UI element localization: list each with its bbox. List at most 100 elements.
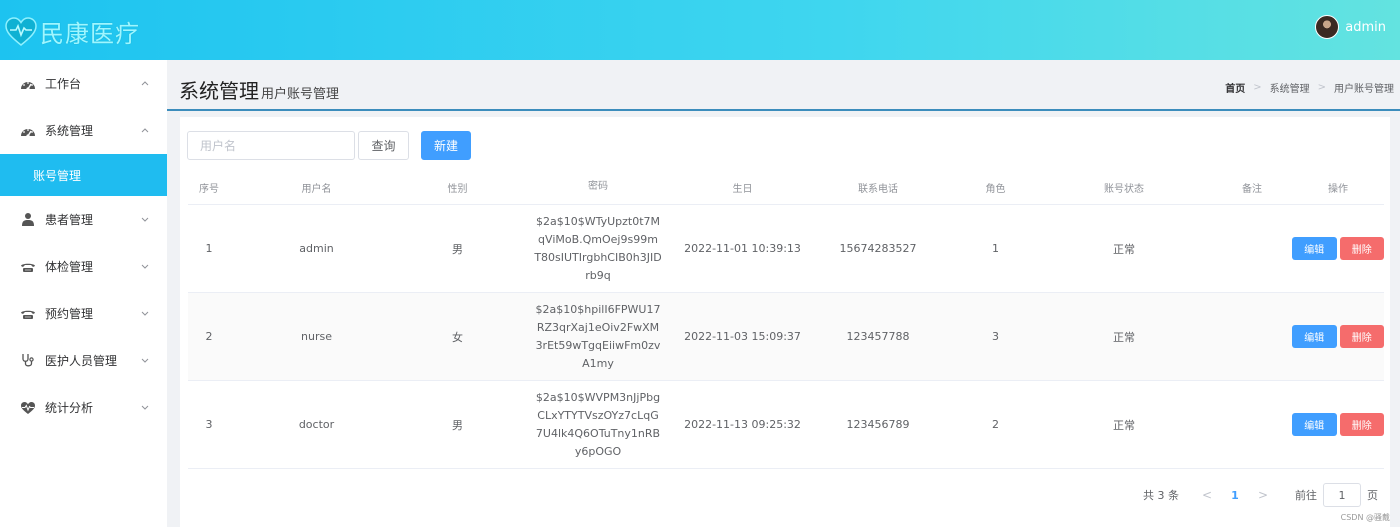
user-name[interactable]: admin <box>1345 20 1386 35</box>
row-status: 正常 <box>1113 330 1135 344</box>
chevron-left-icon[interactable]: < <box>1193 488 1221 502</box>
sidebar-item-label: 工作台 <box>45 77 82 91</box>
sidebar-item-label: 体检管理 <box>45 260 94 274</box>
user-menu[interactable]: admin <box>1315 15 1386 39</box>
password-line: T80sIUTIrgbhCIB0h3JID <box>534 250 662 264</box>
sidebar: 工作台 系统管理 账号管理 患者管理 体检管理 预约管理 医护人员管理 统计分析 <box>0 60 167 527</box>
sidebar-item-patients[interactable]: 患者管理 <box>0 196 167 243</box>
row-role: 1 <box>992 242 999 255</box>
password-line: RZ3qrXaj1eOiv2FwXM <box>536 320 660 334</box>
pagination-goto-input[interactable] <box>1323 483 1361 507</box>
avatar[interactable] <box>1315 15 1340 39</box>
row-index: 2 <box>205 330 213 343</box>
table-row: 3 doctor 男 $2a$10$WVPM3nJjPbg CLxYTYTVsz… <box>188 381 1384 469</box>
sidebar-item-statistics[interactable]: 统计分析 <box>0 384 167 431</box>
row-gender: 女 <box>452 330 463 344</box>
row-phone: 123456789 <box>846 418 910 431</box>
chevron-right-icon[interactable]: > <box>1249 488 1277 502</box>
table-row: 2 nurse 女 $2a$10$hpilI6FPWU17 RZ3qrXaj1e… <box>188 293 1384 381</box>
chevron-right-icon: > <box>1317 82 1326 93</box>
chevron-up-icon <box>139 77 151 89</box>
page-title: 系统管理 用户账号管理 <box>179 75 339 104</box>
row-status: 正常 <box>1113 418 1135 432</box>
content-header: 系统管理 用户账号管理 首页 > 系统管理 > 用户账号管理 <box>167 60 1400 111</box>
query-button[interactable]: 查询 <box>358 131 409 160</box>
sidebar-item-appointment[interactable]: 预约管理 <box>0 290 167 337</box>
password-line: 3rEt59wTgqEiiwFm0zv <box>535 338 661 352</box>
row-role: 3 <box>992 330 999 343</box>
pagination-page-unit: 页 <box>1367 489 1378 502</box>
row-birthday: 2022-11-03 15:09:37 <box>684 330 801 343</box>
page-number-current[interactable]: 1 <box>1221 489 1249 502</box>
chevron-down-icon <box>139 401 151 413</box>
row-status: 正常 <box>1113 242 1135 256</box>
sidebar-item-checkup[interactable]: 体检管理 <box>0 243 167 290</box>
delete-button[interactable]: 删除 <box>1339 325 1384 348</box>
stethoscope-icon <box>20 353 36 369</box>
edit-button[interactable]: 编辑 <box>1292 413 1337 436</box>
chevron-up-icon <box>139 124 151 136</box>
column-header: 备注 <box>1242 183 1262 195</box>
sidebar-item-label: 预约管理 <box>45 307 94 321</box>
password-line: $2a$10$WVPM3nJjPbg <box>535 390 661 404</box>
table-row: 1 admin 男 $2a$10$WTyUpzt0t7M qViMoB.QmOe… <box>188 205 1384 293</box>
pagination-total: 共 3 条 <box>1143 489 1179 502</box>
watermark: CSDN @骚戴 <box>1340 513 1390 522</box>
chevron-down-icon <box>139 213 151 225</box>
column-header-label: 操作 <box>1328 183 1348 195</box>
new-button[interactable]: 新建 <box>421 131 471 160</box>
sidebar-subitem-account[interactable]: 账号管理 <box>0 154 167 196</box>
delete-button[interactable]: 删除 <box>1339 237 1384 260</box>
sidebar-item-workbench[interactable]: 工作台 <box>0 60 167 107</box>
column-header: 角色 <box>985 183 1006 195</box>
row-password: $2a$10$WTyUpzt0t7M qViMoB.QmOej9s99m T80… <box>512 213 684 285</box>
row-username: admin <box>299 242 334 255</box>
password-line: 7U4lk4Q6OTuTny1nRB <box>535 426 661 440</box>
top-header: 民康医疗 admin <box>0 0 1400 60</box>
sidebar-item-medical-staff[interactable]: 医护人员管理 <box>0 337 167 384</box>
breadcrumb-system[interactable]: 系统管理 <box>1270 80 1310 95</box>
breadcrumb: 首页 > 系统管理 > 用户账号管理 <box>1225 80 1394 95</box>
row-gender: 男 <box>452 418 463 432</box>
logo-text: 民康医疗 <box>40 20 140 48</box>
delete-button[interactable]: 删除 <box>1339 413 1384 436</box>
phone-icon <box>20 259 36 275</box>
column-header: 用户名 <box>301 183 332 195</box>
row-actions: 编辑 删除 <box>1292 413 1384 436</box>
password-line: rb9q <box>585 268 611 282</box>
row-birthday: 2022-11-01 10:39:13 <box>684 242 801 255</box>
row-birthday: 2022-11-13 09:25:32 <box>684 418 801 431</box>
heartbeat-icon <box>20 400 36 416</box>
sidebar-item-label: 医护人员管理 <box>45 354 118 368</box>
username-search-input[interactable] <box>187 131 355 160</box>
chevron-down-icon <box>139 260 151 272</box>
row-actions: 编辑 删除 <box>1292 237 1384 260</box>
account-panel: 查询 新建 序号 用户名 性别 密码 生日 联系电话 角色 账号状态 备注 操作… <box>180 117 1390 527</box>
row-phone: 123457788 <box>846 330 910 343</box>
row-actions: 编辑 删除 <box>1292 325 1384 348</box>
chevron-down-icon <box>139 354 151 366</box>
column-header: 操作 <box>1292 180 1384 195</box>
row-username: doctor <box>298 418 335 431</box>
person-icon <box>20 212 36 228</box>
password-line: CLxYTYTVszOYz7cLqG <box>537 408 659 422</box>
gauge-icon <box>20 76 36 92</box>
password-line: qViMoB.QmOej9s99m <box>538 232 658 246</box>
edit-button[interactable]: 编辑 <box>1292 325 1337 348</box>
column-header: 账号状态 <box>1104 183 1144 195</box>
app-logo[interactable]: 民康医疗 <box>4 14 140 49</box>
column-header: 序号 <box>199 183 219 195</box>
breadcrumb-home[interactable]: 首页 <box>1225 80 1245 95</box>
sidebar-item-label: 统计分析 <box>45 401 94 415</box>
column-header: 联系电话 <box>858 183 898 195</box>
row-index: 3 <box>205 418 213 431</box>
chevron-right-icon: > <box>1253 82 1262 93</box>
row-role: 2 <box>992 418 999 431</box>
row-username: nurse <box>301 330 332 343</box>
row-phone: 15674283527 <box>839 242 917 255</box>
table-header: 序号 用户名 性别 密码 生日 联系电话 角色 账号状态 备注 操作 <box>188 170 1384 205</box>
row-index: 1 <box>205 242 213 255</box>
edit-button[interactable]: 编辑 <box>1292 237 1337 260</box>
sidebar-item-system[interactable]: 系统管理 <box>0 107 167 154</box>
sidebar-item-label: 患者管理 <box>45 213 94 227</box>
